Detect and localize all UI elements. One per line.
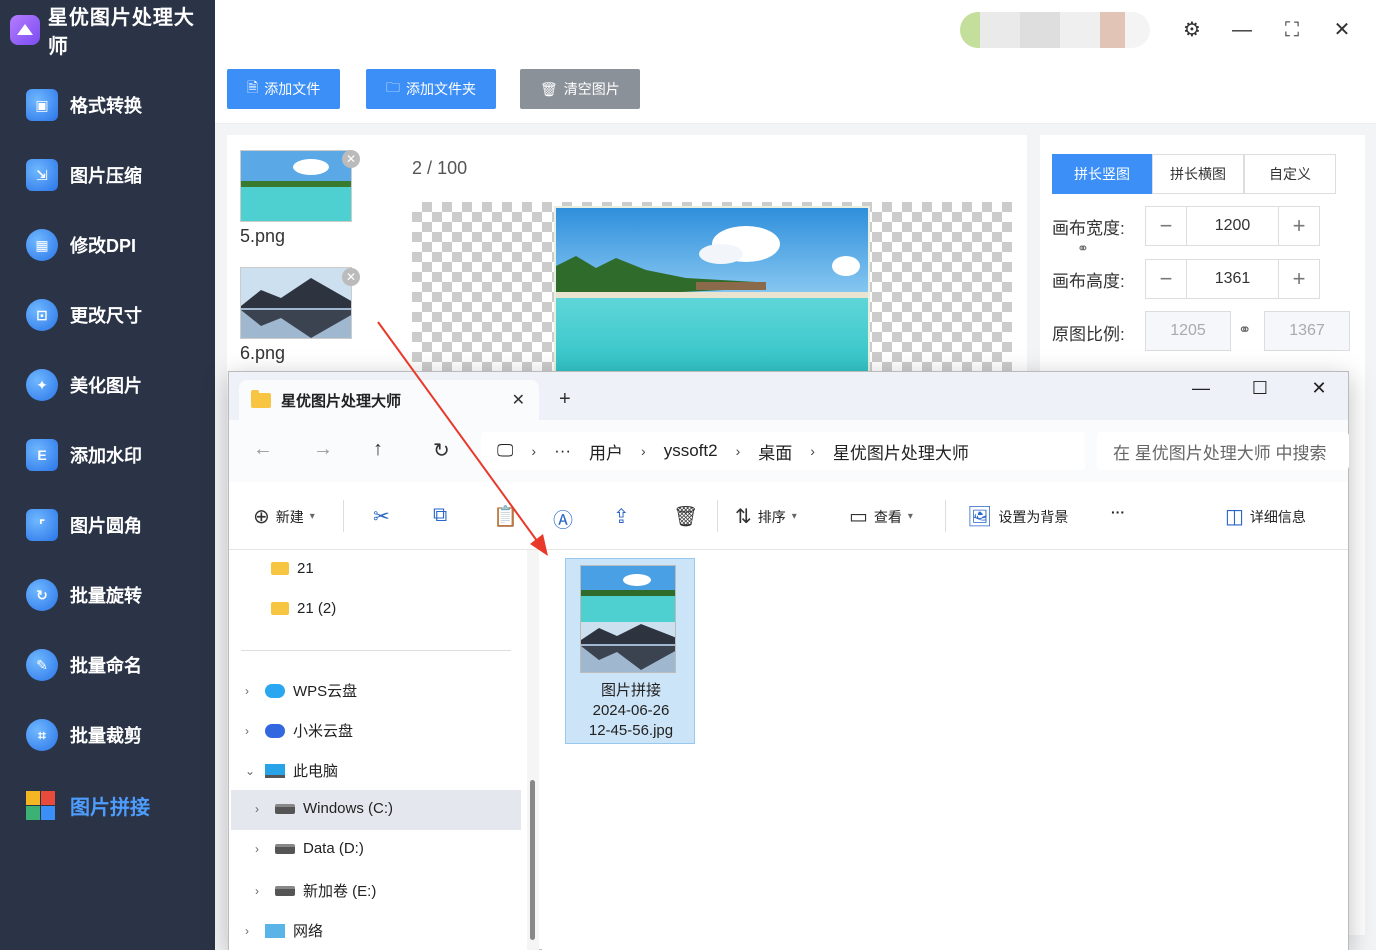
annotation-arrow — [377, 321, 548, 556]
